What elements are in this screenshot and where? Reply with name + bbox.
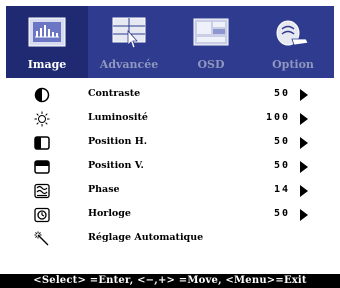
menu-item-value: 50 [273,160,290,171]
arrow-right-icon[interactable] [300,137,308,149]
contrast-icon [34,87,50,103]
menu-item-label: Horloge [88,208,131,219]
menu-item-value: 50 [273,208,290,219]
auto-adjust-icon [34,231,49,246]
phase-icon [34,183,50,199]
tab-option[interactable]: Option [252,6,334,78]
clock-icon [34,207,50,223]
arrow-right-icon[interactable] [300,209,308,221]
menu-item-label: Réglage Automatique [88,232,204,243]
tab-image[interactable]: Image [6,6,88,78]
v-position-icon [34,160,50,174]
menu-item-label: Contraste [88,88,141,99]
menu-item-label: Luminosité [88,112,148,123]
h-position-icon [34,136,50,150]
tab-option-label: Option [272,58,314,71]
menu-item-value: 100 [265,112,290,123]
tab-osd-label: OSD [197,58,225,71]
arrow-right-icon[interactable] [300,89,308,101]
option-tab-icon [276,20,309,46]
arrow-right-icon[interactable] [300,113,308,125]
menu-item-contrast[interactable]: Contraste 50 [6,84,334,106]
key-hint-bar: <Select> =Enter, <−,+> =Move, <Menu>=Exi… [0,274,340,288]
menu-item-value: 50 [273,88,290,99]
menu-item-clock[interactable]: Horloge 50 [6,204,334,226]
menu-item-value: 50 [273,136,290,147]
menu-item-brightness[interactable]: Luminosité 100 [6,108,334,130]
tab-advanced[interactable]: Advancée [88,6,170,78]
menu-item-label: Position V. [88,160,144,171]
image-tab-icon [28,17,66,47]
tab-osd[interactable]: OSD [170,6,252,78]
arrow-right-icon[interactable] [300,185,308,197]
advanced-tab-icon [112,17,146,49]
menu-item-v-position[interactable]: Position V. 50 [6,156,334,178]
tab-bar: Image Advancée OSD Option [6,6,334,78]
menu-item-label: Position H. [88,136,148,147]
menu-item-value: 14 [273,184,290,195]
tab-image-label: Image [27,58,67,71]
tab-advanced-label: Advancée [99,58,159,71]
key-hint-text: <Select> =Enter, <−,+> =Move, <Menu>=Exi… [33,275,307,286]
menu-item-auto-adjust[interactable]: Réglage Automatique [6,228,334,250]
osd-menu-window: Image Advancée OSD Option Contraste 50 L… [0,0,340,288]
menu-item-phase[interactable]: Phase 14 [6,180,334,202]
arrow-right-icon[interactable] [300,161,308,173]
menu-item-h-position[interactable]: Position H. 50 [6,132,334,154]
osd-tab-icon [193,18,229,46]
menu-item-label: Phase [88,184,120,195]
brightness-icon [34,111,50,127]
